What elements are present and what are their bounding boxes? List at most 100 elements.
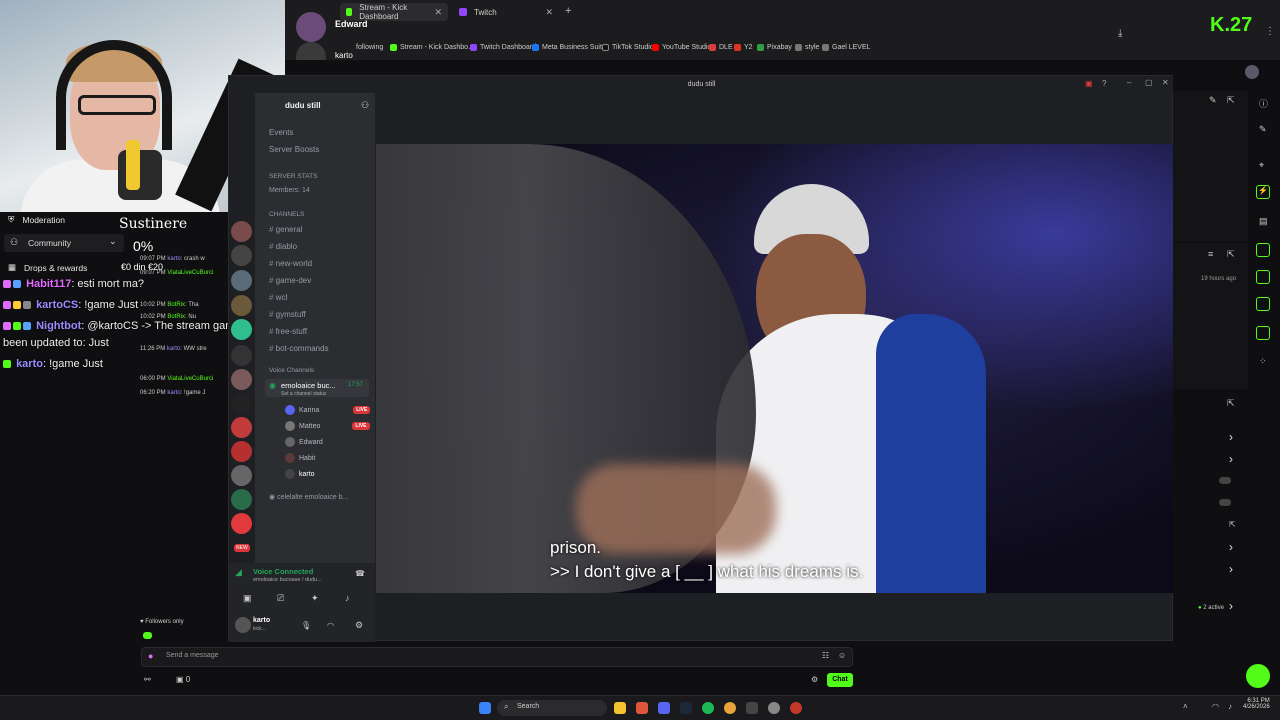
server-icon[interactable]: [231, 393, 252, 414]
channel-item[interactable]: gymstuff: [269, 310, 306, 319]
discord-icon[interactable]: [658, 702, 670, 714]
search-input[interactable]: ⌕ Search: [497, 700, 607, 716]
bookmark-item[interactable]: Meta Business Suite: [532, 44, 606, 51]
gear-icon[interactable]: ⚙: [811, 675, 818, 684]
chevron-right-icon[interactable]: ›: [1229, 430, 1233, 444]
channel-item[interactable]: bot-commands: [269, 344, 329, 353]
avatar[interactable]: [296, 12, 326, 42]
start-icon[interactable]: [479, 702, 491, 714]
pencil-icon[interactable]: ✎: [1259, 124, 1267, 135]
avatar[interactable]: [1245, 65, 1259, 79]
chevron-right-icon[interactable]: ›: [1229, 599, 1233, 613]
bookmark-item[interactable]: Y2: [734, 44, 753, 51]
tab-twitch[interactable]: Twitch ✕: [453, 3, 559, 21]
chevron-right-icon[interactable]: ›: [1229, 452, 1233, 466]
spotify-icon[interactable]: [702, 702, 714, 714]
disconnect-icon[interactable]: ☎: [355, 569, 365, 578]
layout-icon[interactable]: [1256, 270, 1270, 284]
bookmark-item[interactable]: DLE: [709, 44, 733, 51]
grid-icon[interactable]: [1256, 297, 1270, 311]
brave-icon[interactable]: [636, 702, 648, 714]
channel-item[interactable]: game-dev: [269, 276, 312, 285]
emote-picker-icon[interactable]: ☷: [822, 651, 829, 660]
server-icon[interactable]: [231, 345, 252, 366]
server-icon[interactable]: [231, 245, 252, 266]
bookmark-item[interactable]: following: [356, 44, 383, 51]
new-tab-icon[interactable]: +: [565, 5, 571, 17]
bookmark-item[interactable]: Twitch Dashboard: [470, 44, 536, 51]
soundboard-icon[interactable]: ♪: [345, 593, 350, 603]
vc-channel[interactable]: emoloaice bucoase / dudu...: [253, 577, 322, 583]
chevron-right-icon[interactable]: ›: [1229, 540, 1233, 554]
category-channels[interactable]: Channels: [269, 211, 304, 218]
help-icon[interactable]: ?: [1102, 79, 1106, 88]
activity-icon[interactable]: ✦: [311, 593, 319, 604]
message-input[interactable]: ● Send a message ☷ ☺: [141, 647, 853, 667]
file-explorer-icon[interactable]: [614, 702, 626, 714]
sidebar-item-community[interactable]: ⚇ Community ⌄: [4, 234, 124, 252]
lightning-icon[interactable]: ⚡: [1256, 185, 1270, 199]
bookmark-item[interactable]: Stream - Kick Dashbo...: [390, 44, 474, 51]
crosshair-icon[interactable]: ⌖: [1259, 160, 1264, 171]
avatar[interactable]: [235, 617, 251, 633]
chat-button[interactable]: Chat: [827, 673, 853, 687]
server-icon[interactable]: [231, 417, 252, 438]
record-icon[interactable]: [790, 702, 802, 714]
chevron-up-icon[interactable]: ˄: [1183, 702, 1188, 711]
link-icon[interactable]: ⚯: [144, 675, 151, 684]
bookmark-item[interactable]: YouTube Studio: [652, 44, 711, 51]
toggle[interactable]: [1219, 477, 1231, 484]
menu-icon[interactable]: ⋮: [1265, 26, 1275, 37]
sidebar-item-moderation[interactable]: ⛨ Moderation: [8, 214, 65, 225]
popout-icon[interactable]: ⇱: [1227, 398, 1235, 409]
popout-icon[interactable]: ⇱: [1227, 249, 1235, 260]
popout-icon[interactable]: ⇱: [1229, 520, 1236, 529]
chrome-icon[interactable]: [724, 702, 736, 714]
channel-item[interactable]: wcl: [269, 293, 288, 302]
category-stats[interactable]: SERVER STATS: [269, 173, 317, 180]
voice-user[interactable]: Habit: [285, 453, 315, 463]
channel-item[interactable]: general: [269, 225, 303, 234]
channel-item[interactable]: free-stuff: [269, 327, 307, 336]
volume-icon[interactable]: ♪: [1228, 702, 1232, 711]
voice-user[interactable]: Matteo LIVE: [285, 421, 370, 431]
close-icon[interactable]: ✕: [1162, 78, 1169, 87]
minimize-icon[interactable]: –: [1127, 78, 1131, 87]
server-icon[interactable]: [231, 513, 252, 534]
screenshare-icon[interactable]: ⎚: [277, 593, 284, 604]
bookmark-item[interactable]: TikTok Studio: [602, 44, 654, 51]
chevron-right-icon[interactable]: ›: [1229, 562, 1233, 576]
clock[interactable]: 6:31 PM 4/26/2026: [1243, 698, 1270, 710]
close-icon[interactable]: ✕: [434, 7, 442, 18]
close-icon[interactable]: ✕: [545, 7, 553, 18]
server-icon[interactable]: [231, 295, 252, 316]
channel-item[interactable]: diablo: [269, 242, 297, 251]
voice-user[interactable]: Edward: [285, 437, 323, 447]
server-icon[interactable]: [231, 270, 252, 291]
help-chat-icon[interactable]: [1246, 664, 1270, 688]
voice-user[interactable]: karto: [285, 469, 315, 479]
events-item[interactable]: Events: [269, 128, 293, 137]
camera-icon[interactable]: ▣: [243, 593, 252, 604]
sidebar-item-drops[interactable]: ▦ Drops & rewards: [8, 262, 87, 273]
voice-channel[interactable]: ◉ emoloaice buc... 17:57 Set a channel s…: [265, 379, 369, 397]
add-user-icon[interactable]: ⚇: [361, 100, 369, 111]
bookmark-item[interactable]: Pixabay: [757, 44, 792, 51]
category-voice[interactable]: Voice Channels: [269, 367, 314, 374]
smile-icon[interactable]: ☺: [838, 651, 846, 660]
steam-icon[interactable]: [680, 702, 692, 714]
wrench-icon[interactable]: [1256, 326, 1270, 340]
edit-icon[interactable]: ✎: [1209, 95, 1217, 106]
chat-panel-icon[interactable]: [1256, 243, 1270, 257]
server-icon[interactable]: [231, 369, 252, 390]
bookmark-item[interactable]: Gael LEVEL: [822, 44, 871, 51]
mic-icon[interactable]: 🎙: [301, 621, 311, 630]
voice-channel[interactable]: ◉ celelalte emoloaice b...: [269, 493, 348, 501]
wifi-icon[interactable]: ◠: [1212, 702, 1219, 711]
inbox-icon[interactable]: ▣: [1085, 79, 1093, 88]
document-icon[interactable]: ▤: [1259, 216, 1268, 227]
bookmark-item[interactable]: style: [795, 44, 819, 51]
boosts-item[interactable]: Server Boosts: [269, 145, 319, 154]
server-icon[interactable]: [231, 489, 252, 510]
video-player[interactable]: prison. >> I don't give a [ __ ] what hi…: [376, 144, 1173, 593]
